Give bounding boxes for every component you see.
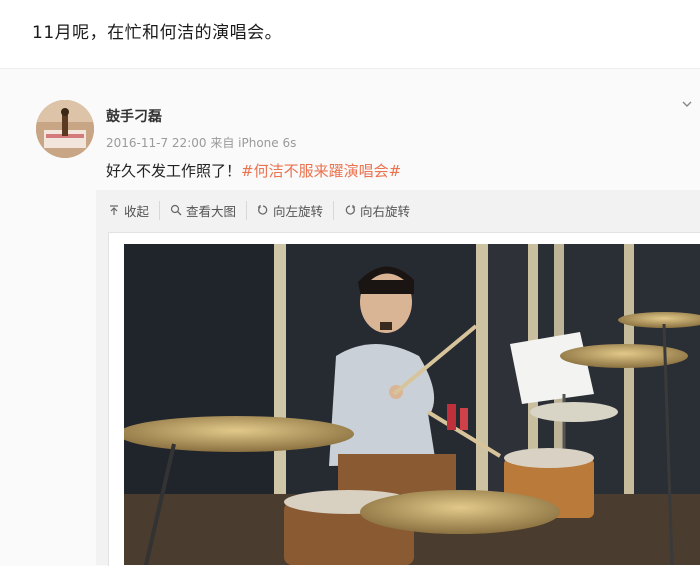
rotate-left-button[interactable]: 向左旋转 — [247, 200, 335, 220]
post-body: 好久不发工作照了！ — [106, 162, 242, 180]
collapse-icon — [110, 205, 118, 215]
view-large-label: 查看大图 — [186, 203, 237, 219]
hashtag-link[interactable]: #何洁不服来躍演唱会# — [241, 162, 401, 180]
username[interactable]: 鼓手刁磊 — [106, 106, 162, 126]
search-icon — [170, 204, 182, 216]
collapse-button[interactable]: 收起 — [108, 200, 161, 220]
rotate-left-label: 向左旋转 — [273, 203, 324, 219]
collapse-label: 收起 — [124, 203, 150, 219]
rotate-left-icon — [258, 205, 268, 215]
view-large-button[interactable]: 查看大图 — [160, 200, 248, 220]
avatar[interactable] — [36, 100, 94, 158]
rotate-right-icon — [345, 205, 356, 215]
post-caption: 11月呢，在忙和何洁的演唱会。 — [32, 23, 283, 43]
rotate-right-label: 向右旋转 — [360, 203, 411, 219]
post-meta: 2016-11-7 22:00 来自 iPhone 6s — [106, 134, 296, 151]
post-source: 来自 iPhone 6s — [210, 136, 297, 150]
post-text: 好久不发工作照了！#何洁不服来躍演唱会# — [106, 160, 401, 181]
rotate-right-button[interactable]: 向右旋转 — [334, 201, 420, 220]
image-toolbar: 收起 查看大图 向左旋转 向右旋转 — [108, 200, 420, 220]
drummer-photo[interactable] — [124, 244, 700, 565]
post-timestamp[interactable]: 2016-11-7 22:00 — [106, 136, 207, 150]
chevron-down-icon[interactable] — [680, 97, 694, 111]
